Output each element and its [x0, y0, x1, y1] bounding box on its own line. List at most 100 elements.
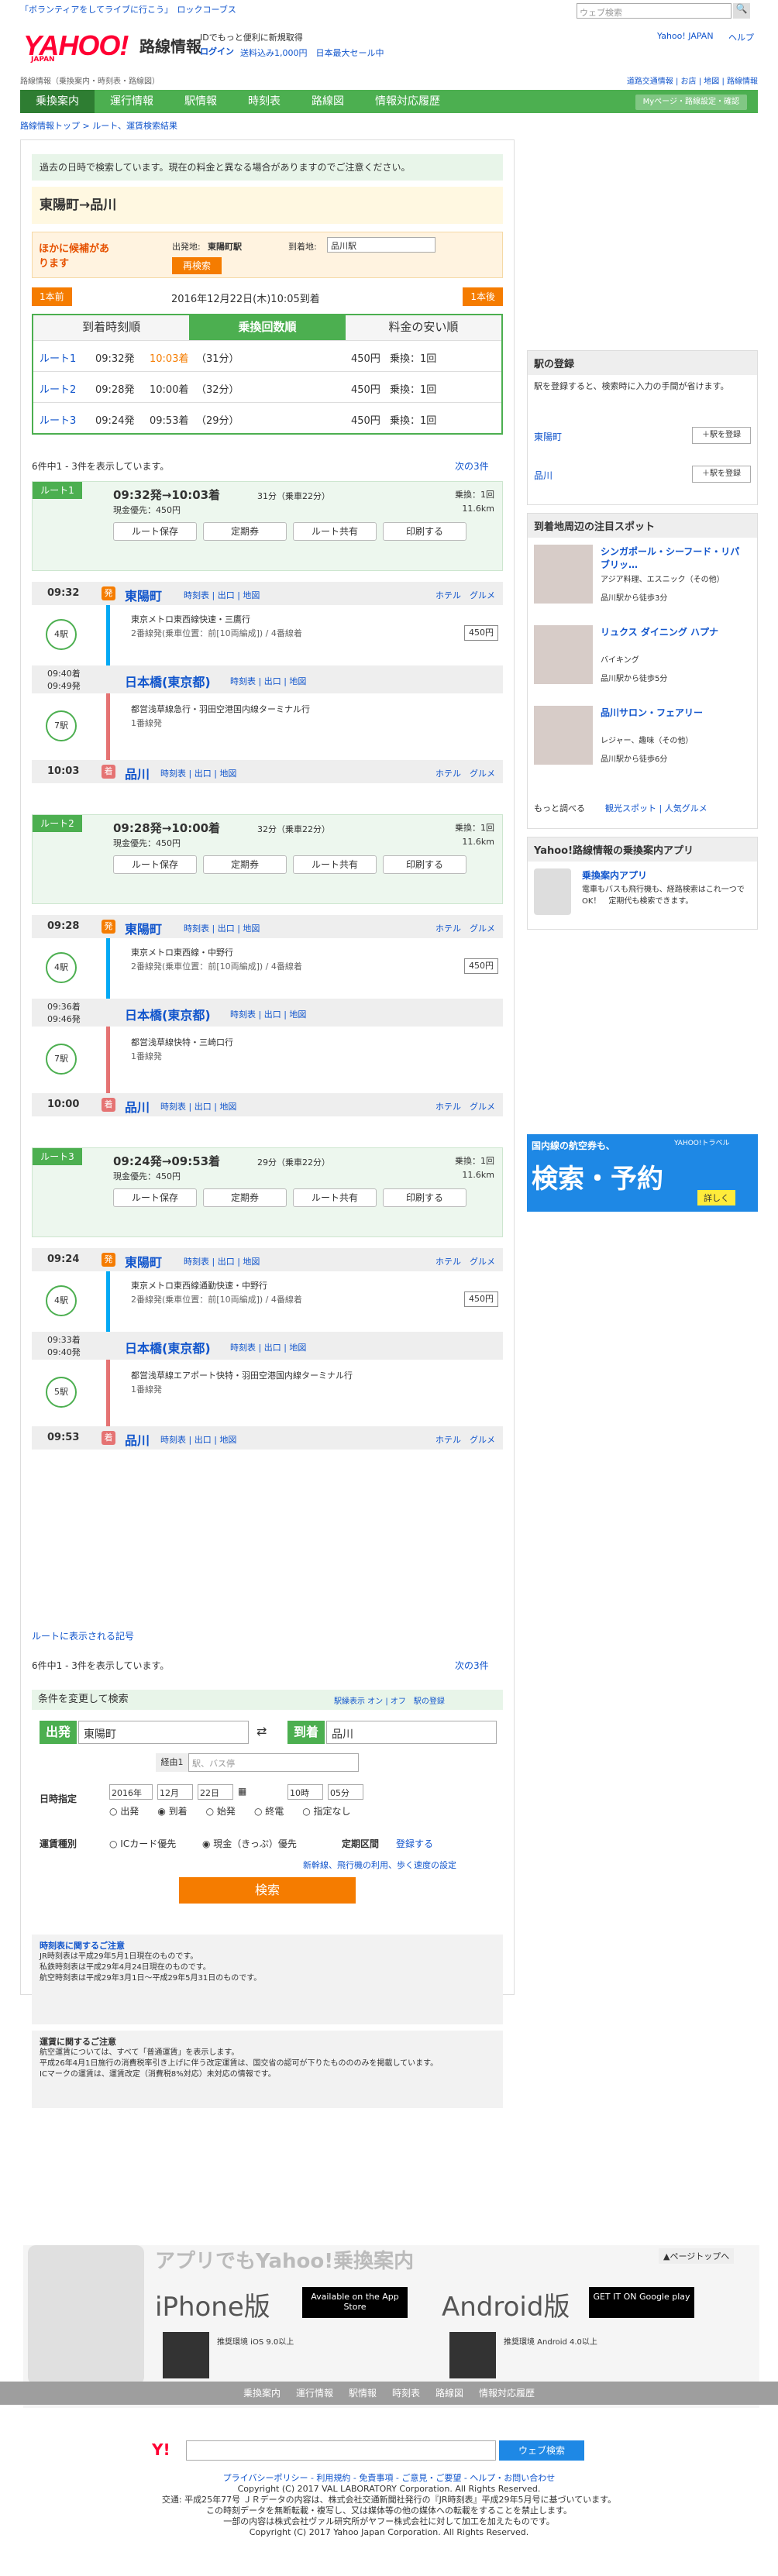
save-route-button[interactable]: ルート保存: [113, 1188, 197, 1207]
research-button[interactable]: 再検索: [172, 257, 222, 274]
tab-fare[interactable]: 料金の安い順: [345, 315, 501, 340]
station-links[interactable]: 時刻表 | 出口 | 地図: [184, 589, 260, 601]
station-name[interactable]: 東陽町: [125, 586, 162, 604]
station-links[interactable]: 時刻表 | 出口 | 地図: [160, 1100, 236, 1113]
station-services[interactable]: ホテル グルメ: [435, 1255, 495, 1267]
nav-operation[interactable]: 運行情報: [95, 90, 169, 113]
hour-select[interactable]: 10時: [287, 1784, 323, 1800]
spot-item[interactable]: シンガポール・シーフード・リパブリッ… アジア料理、エスニック（その他） 品川駅…: [534, 545, 751, 614]
print-button[interactable]: 印刷する: [383, 855, 466, 874]
station-name[interactable]: 品川: [125, 764, 150, 782]
search-input[interactable]: ウェブ検索: [577, 3, 732, 19]
more-links[interactable]: 観光スポット | 人気グルメ: [605, 802, 707, 814]
station-name[interactable]: 東陽町: [125, 919, 162, 937]
radio-cash[interactable]: ◉ 現金（きっぷ）優先: [202, 1837, 297, 1850]
pass-button[interactable]: 定期券: [203, 522, 287, 541]
route-label[interactable]: ルート2: [40, 381, 76, 396]
footer-nav-item[interactable]: 乗換案内: [243, 2382, 281, 2405]
station-name[interactable]: 日本橋(東京都): [125, 672, 211, 690]
footer-nav-item[interactable]: 路線図: [435, 2382, 463, 2405]
pass-button[interactable]: 定期券: [203, 1188, 287, 1207]
top-promo-link[interactable]: 「ボランティアをしてライブに行こう」 ロックコーブス: [20, 3, 236, 15]
from-input[interactable]: 東陽町: [78, 1721, 249, 1744]
calendar-icon[interactable]: ▦: [238, 1786, 246, 1797]
prev-button[interactable]: 1本前: [32, 287, 72, 306]
register-button[interactable]: ＋駅を登録: [692, 466, 751, 483]
route-label[interactable]: ルート3: [40, 412, 76, 427]
day-select[interactable]: 22日: [198, 1784, 233, 1800]
share-route-button[interactable]: ルート共有: [293, 1188, 377, 1207]
station-services[interactable]: ホテル グルメ: [435, 767, 495, 779]
station-links[interactable]: 時刻表 | 出口 | 地図: [230, 1341, 306, 1353]
ad-button[interactable]: 詳しく: [697, 1190, 735, 1205]
nav-history[interactable]: 情報対応履歴: [360, 90, 456, 113]
station-links[interactable]: 時刻表 | 出口 | 地図: [184, 1255, 260, 1267]
id-promo[interactable]: IDでもっと便利に新規取得: [200, 31, 303, 43]
save-route-button[interactable]: ルート保存: [113, 855, 197, 874]
save-route-button[interactable]: ルート保存: [113, 522, 197, 541]
route-label[interactable]: ルート1: [40, 350, 76, 365]
detail-settings-link[interactable]: 新幹線、飛行機の利用、歩く速度の設定: [303, 1859, 456, 1871]
radio-ic[interactable]: ○ ICカード優先: [109, 1837, 176, 1850]
station-links[interactable]: 時刻表 | 出口 | 地図: [160, 1433, 236, 1446]
station-name[interactable]: 品川: [125, 1097, 150, 1116]
spot-name[interactable]: 品川サロン・フェアリー: [601, 706, 748, 719]
to-input[interactable]: 品川: [326, 1721, 497, 1744]
station-links[interactable]: 時刻表 | 出口 | 地図: [184, 922, 260, 934]
spot-item[interactable]: リュクス ダイニング ハプナ バイキング 品川駅から徒歩5分: [534, 625, 751, 695]
radio-none[interactable]: ○ 指定なし: [302, 1804, 350, 1818]
month-select[interactable]: 12月: [157, 1784, 193, 1800]
via-input[interactable]: 駅、バス停: [188, 1753, 359, 1772]
yahoo-japan-link[interactable]: Yahoo! JAPAN: [657, 31, 714, 41]
search-options[interactable]: 駅繰表示 オン | オフ 駅の登録: [334, 1694, 445, 1706]
nav-timetable[interactable]: 時刻表: [232, 90, 296, 113]
footer-yahoo-logo[interactable]: Y!: [152, 2440, 170, 2459]
mypage-button[interactable]: Myページ・路線設定・確認: [635, 95, 747, 110]
station-name[interactable]: 日本橋(東京都): [125, 1005, 211, 1023]
pass-register-link[interactable]: 登録する: [396, 1837, 433, 1850]
station-services[interactable]: ホテル グルメ: [435, 589, 495, 601]
radio-first[interactable]: ○ 始発: [206, 1804, 236, 1818]
station-links[interactable]: 時刻表 | 出口 | 地図: [230, 1008, 306, 1020]
station-link[interactable]: 東陽町: [534, 430, 562, 443]
next3-link-bottom[interactable]: 次の3件: [455, 1659, 489, 1672]
radio-last[interactable]: ○ 終電: [254, 1804, 284, 1818]
app-image[interactable]: [534, 868, 571, 915]
minute-select[interactable]: 05分: [328, 1784, 363, 1800]
footer-nav-item[interactable]: 時刻表: [392, 2382, 420, 2405]
next-button[interactable]: 1本後: [463, 287, 503, 306]
footer-links[interactable]: プライバシーポリシー - 利用規約 - 免責事項 - ご意見・ご要望 - ヘルプ…: [0, 2473, 778, 2484]
spot-name[interactable]: シンガポール・シーフード・リパブリッ…: [601, 545, 748, 571]
station-services[interactable]: ホテル グルメ: [435, 922, 495, 934]
right-links[interactable]: 道路交通情報 | お店 | 地図 | 路線情報: [627, 74, 758, 86]
footer-search-button[interactable]: ウェブ検索: [499, 2440, 584, 2461]
nav-station[interactable]: 駅情報: [169, 90, 232, 113]
tab-arrival[interactable]: 到着時刻順: [33, 315, 190, 340]
spot-image[interactable]: [534, 545, 593, 604]
search-submit-button[interactable]: 検索: [179, 1877, 356, 1904]
next3-link[interactable]: 次の3件: [455, 459, 489, 473]
footer-nav-item[interactable]: 運行情報: [296, 2382, 333, 2405]
print-button[interactable]: 印刷する: [383, 522, 466, 541]
search-icon[interactable]: 🔍: [733, 3, 750, 19]
station-name[interactable]: 品川: [125, 1430, 150, 1449]
sale-promo[interactable]: 送料込み1,000円 日本最大セール中: [240, 46, 384, 59]
radio-arrival[interactable]: ◉ 到着: [157, 1804, 187, 1818]
pass-button[interactable]: 定期券: [203, 855, 287, 874]
share-route-button[interactable]: ルート共有: [293, 855, 377, 874]
station-link[interactable]: 品川: [534, 469, 553, 482]
spot-image[interactable]: [534, 625, 593, 684]
pagetop-link[interactable]: ▲ページトップへ: [659, 2248, 735, 2264]
nav-transfer[interactable]: 乗換案内: [20, 90, 95, 113]
list-item[interactable]: ルート1 09:32発 10:03着 （31分） 450円 乗換：1回: [33, 340, 501, 371]
share-route-button[interactable]: ルート共有: [293, 522, 377, 541]
legend-link[interactable]: ルートに表示される記号: [32, 1629, 134, 1642]
travel-ad[interactable]: 国内線の航空券も、 検索・予約 YAHOO!トラベル 詳しく: [527, 1134, 758, 1212]
breadcrumb[interactable]: 路線情報トップ > ルート、運賃検索結果: [20, 119, 177, 132]
to-select[interactable]: 品川駅: [327, 237, 435, 253]
station-links[interactable]: 時刻表 | 出口 | 地図: [160, 767, 236, 779]
swap-icon[interactable]: ⇄: [256, 1724, 267, 1739]
year-select[interactable]: 2016年: [109, 1784, 153, 1800]
footer-search-input[interactable]: [186, 2440, 496, 2461]
station-services[interactable]: ホテル グルメ: [435, 1433, 495, 1446]
